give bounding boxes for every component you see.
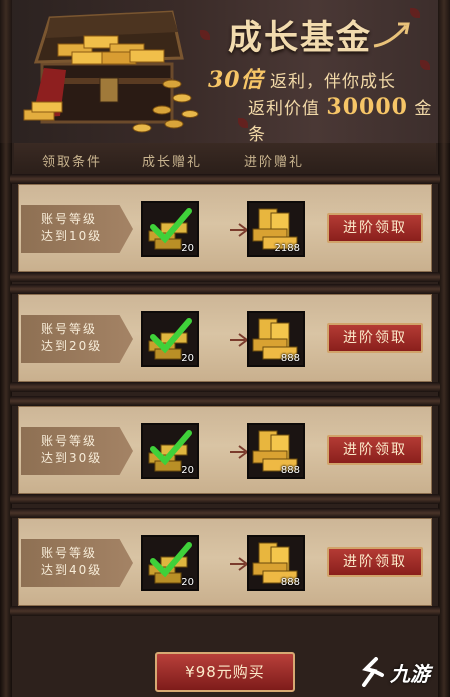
leaf-decoration xyxy=(420,60,430,70)
banner-value-line: 返利价值 30000 金条 xyxy=(248,94,450,143)
rebate-text: 返利，伴你成长 xyxy=(270,72,397,92)
growth-gift-item[interactable]: 20 xyxy=(141,311,199,367)
scroll-rod-top xyxy=(10,284,440,294)
advanced-gift-count: 888 xyxy=(280,465,300,476)
treasure-chest-icon xyxy=(23,10,199,133)
condition-line2: 达到10级 xyxy=(41,229,103,243)
level-condition: 账号等级 达到30级 xyxy=(21,427,133,475)
advanced-gift-count: 888 xyxy=(280,577,300,588)
level-condition: 账号等级 达到20级 xyxy=(21,315,133,363)
table-header: 领取条件 成长赠礼 进阶赠礼 xyxy=(14,143,436,177)
advanced-gift-item[interactable]: 2188 xyxy=(247,201,305,257)
growth-gift-count: 20 xyxy=(181,243,194,254)
leaf-decoration xyxy=(238,118,248,128)
advanced-gift-item[interactable]: 888 xyxy=(247,311,305,367)
growth-fund-banner: 成长基金 30倍 返利，伴你成长 返利价值 30000 金条 xyxy=(0,0,450,143)
reward-row: 账号等级 达到10级 20 2188 进阶领取 xyxy=(10,174,440,282)
scroll-rod-bottom xyxy=(10,272,440,282)
growth-gift-count: 20 xyxy=(181,577,194,588)
growth-gift-count: 20 xyxy=(181,465,194,476)
banner-frame-left xyxy=(0,0,12,143)
scroll-rod-bottom xyxy=(10,494,440,504)
header-advanced-gift: 进阶赠礼 xyxy=(244,155,305,170)
buy-button[interactable]: ¥98元购买 xyxy=(155,652,295,692)
reward-row: 账号等级 达到20级 20 888 进阶领取 xyxy=(10,284,440,392)
level-condition: 账号等级 达到10级 xyxy=(21,205,133,253)
condition-line2: 达到20级 xyxy=(41,339,103,353)
growth-gift-count: 20 xyxy=(181,353,194,364)
header-growth-gift: 成长赠礼 xyxy=(142,155,203,170)
growth-gift-item[interactable]: 20 xyxy=(141,535,199,591)
condition-line2: 达到30级 xyxy=(41,451,103,465)
value-amount: 30000 xyxy=(326,94,408,120)
rising-arrow-icon xyxy=(373,22,410,48)
reward-row: 账号等级 达到40级 20 888 进阶领取 xyxy=(10,508,440,616)
jiuyou-logo-icon xyxy=(362,657,384,687)
growth-gift-item[interactable]: 20 xyxy=(141,201,199,257)
claim-advanced-button[interactable]: 进阶领取 xyxy=(327,213,423,243)
row-panel: 账号等级 达到40级 20 888 进阶领取 xyxy=(18,518,432,606)
banner-rebate-line: 30倍 返利，伴你成长 xyxy=(208,62,396,94)
scroll-rod-top xyxy=(10,508,440,518)
row-panel: 账号等级 达到30级 20 888 进阶领取 xyxy=(18,406,432,494)
leaf-decoration xyxy=(410,8,420,18)
row-panel: 账号等级 达到10级 20 2188 进阶领取 xyxy=(18,184,432,272)
row-panel: 账号等级 达到20级 20 888 进阶领取 xyxy=(18,294,432,382)
watermark-text: 九游 xyxy=(390,661,430,686)
scroll-rod-bottom xyxy=(10,606,440,616)
advanced-gift-item[interactable]: 888 xyxy=(247,423,305,479)
condition-line1: 账号等级 xyxy=(41,434,98,448)
claim-advanced-button[interactable]: 进阶领取 xyxy=(327,547,423,577)
advanced-gift-count: 2188 xyxy=(274,243,300,254)
claim-advanced-button[interactable]: 进阶领取 xyxy=(327,323,423,353)
condition-line1: 账号等级 xyxy=(41,546,98,560)
condition-line1: 账号等级 xyxy=(41,322,98,336)
banner-title: 成长基金 xyxy=(228,18,372,58)
advanced-gift-count: 888 xyxy=(280,353,300,364)
rebate-multiplier: 30倍 xyxy=(208,67,264,93)
advanced-gift-item[interactable]: 888 xyxy=(247,535,305,591)
header-condition: 领取条件 xyxy=(42,155,103,170)
level-condition: 账号等级 达到40级 xyxy=(21,539,133,587)
scroll-rod-top xyxy=(10,174,440,184)
claim-advanced-button[interactable]: 进阶领取 xyxy=(327,435,423,465)
growth-gift-item[interactable]: 20 xyxy=(141,423,199,479)
scroll-rod-bottom xyxy=(10,382,440,392)
value-prefix: 返利价值 xyxy=(248,99,320,119)
site-watermark: 九游 xyxy=(360,652,448,692)
reward-row: 账号等级 达到30级 20 888 进阶领取 xyxy=(10,396,440,504)
condition-line1: 账号等级 xyxy=(41,212,98,226)
scroll-rod-top xyxy=(10,396,440,406)
condition-line2: 达到40级 xyxy=(41,563,103,577)
